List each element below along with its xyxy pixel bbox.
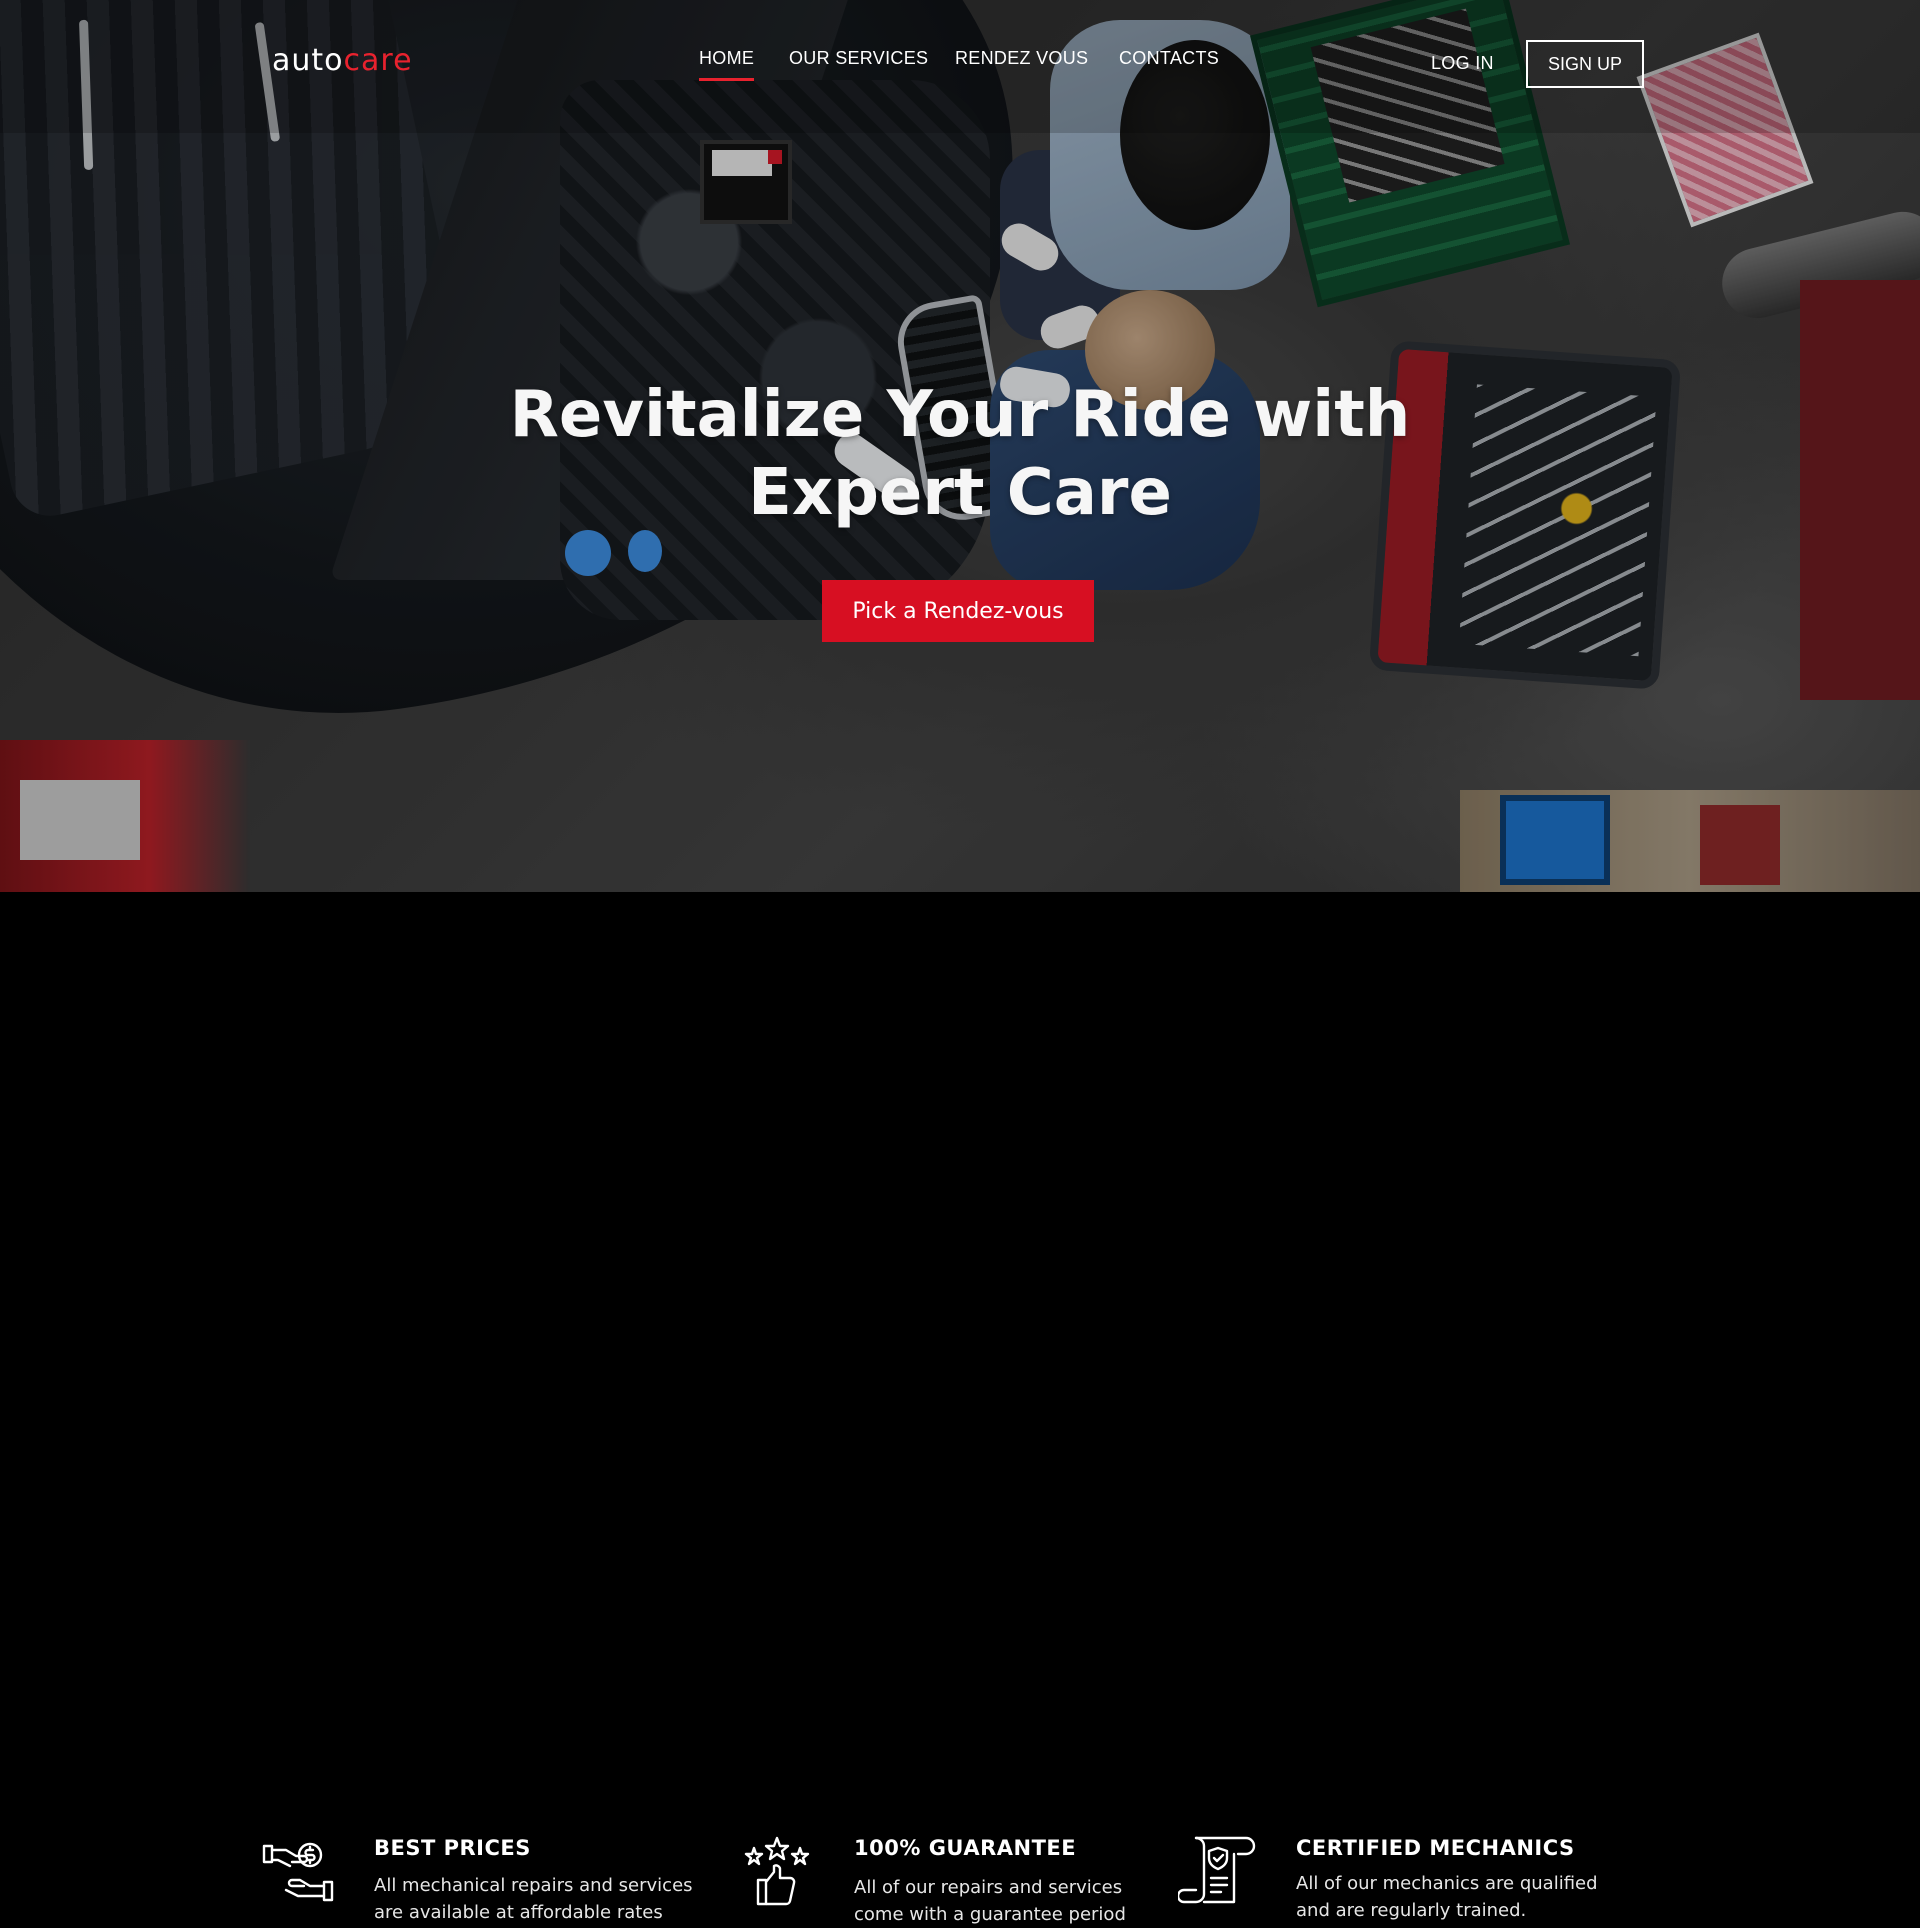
certificate-shield-icon	[1176, 1832, 1256, 1908]
hand-coin-icon	[262, 1840, 334, 1908]
thumbs-up-stars-icon	[742, 1836, 812, 1912]
nav-contacts[interactable]: CONTACTS	[1119, 48, 1219, 69]
pick-rendez-vous-button[interactable]: Pick a Rendez-vous	[822, 580, 1094, 642]
nav-our-services[interactable]: OUR SERVICES	[789, 48, 928, 69]
site-logo[interactable]: autocare	[272, 43, 413, 78]
login-link[interactable]: LOG IN	[1431, 53, 1494, 74]
hero-section: autocare HOME OUR SERVICES RENDEZ VOUS C…	[0, 0, 1920, 892]
feature-title: CERTIFIED MECHANICS	[1296, 1836, 1575, 1860]
feature-description: All of our repairs and services come wit…	[854, 1877, 1126, 1925]
nav-rendez-vous[interactable]: RENDEZ VOUS	[955, 48, 1088, 69]
features-section: BEST PRICES All mechanical repairs and s…	[0, 892, 1920, 1925]
feature-description: All mechanical repairs and services are …	[374, 1875, 693, 1923]
feature-title: BEST PRICES	[374, 1836, 531, 1860]
feature-title: 100% GUARANTEE	[854, 1836, 1077, 1860]
signup-button[interactable]: SIGN UP	[1526, 40, 1644, 88]
hero-headline: Revitalize Your Ride with Expert Care	[509, 378, 1411, 530]
nav-home[interactable]: HOME	[699, 48, 755, 81]
feature-description: All of our mechanics are qualified and a…	[1296, 1873, 1598, 1921]
